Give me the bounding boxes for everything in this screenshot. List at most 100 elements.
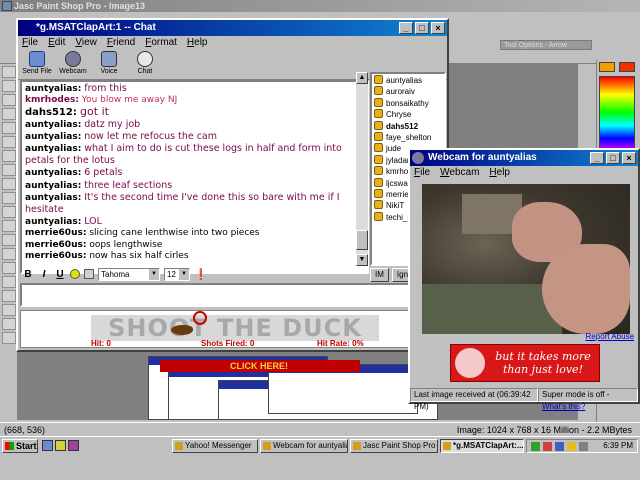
underline-button[interactable]: U [54, 269, 66, 280]
text-tool-icon[interactable] [2, 304, 16, 316]
font-size-select[interactable]: 12 ▼ [164, 267, 190, 281]
speaker-icon[interactable] [579, 442, 588, 451]
bold-button[interactable]: B [22, 269, 34, 280]
webcam-icon [65, 51, 81, 67]
crop-tool-icon[interactable] [2, 108, 16, 120]
menu-webcam[interactable]: Webcam [440, 166, 479, 180]
tool-options-panel[interactable]: Tool Options - Arrow [500, 40, 592, 50]
color-picker-icon[interactable] [84, 269, 94, 279]
crosshair-icon [193, 311, 207, 325]
menu-edit[interactable]: Edit [48, 36, 65, 50]
chat-window[interactable]: *g.MSATClapArt:1 -- Chat _ □ × File Edit… [16, 18, 449, 352]
user-list-item-selected[interactable]: dahs512 [374, 121, 442, 132]
menu-view[interactable]: View [75, 36, 97, 50]
clock[interactable]: 6:39 PM [603, 440, 633, 452]
scroll-down-button[interactable]: ▼ [356, 254, 368, 266]
start-button[interactable]: Start [2, 439, 38, 453]
taskbar-webcam[interactable]: Webcam for auntyalias [260, 439, 348, 453]
chat-message: auntyalias: what I aim to do is cut thes… [25, 143, 342, 167]
deform-tool-icon[interactable] [2, 94, 16, 106]
mover-tool-icon[interactable] [2, 122, 16, 134]
chat-message: auntyalias: from this [25, 83, 127, 94]
close-button[interactable]: × [622, 152, 636, 164]
fill-tool-icon[interactable] [2, 290, 16, 302]
network-icon[interactable] [531, 442, 540, 451]
taskbar-yahoo-messenger[interactable]: Yahoo! Messenger [172, 439, 258, 453]
desktop-icon[interactable] [55, 440, 66, 451]
draw-tool-icon[interactable] [2, 318, 16, 330]
chat-log-scrollbar[interactable]: ▲ ▼ [356, 72, 368, 266]
background-color-swatch[interactable] [619, 62, 635, 72]
menu-help[interactable]: Help [187, 36, 208, 50]
webcam-title: Webcam for auntyalias [428, 152, 537, 163]
user-list-item[interactable]: auntyalias [374, 75, 442, 86]
chat-button[interactable]: Chat [130, 50, 160, 79]
menu-help[interactable]: Help [489, 166, 510, 180]
airbrush-tool-icon[interactable] [2, 276, 16, 288]
user-list-item[interactable]: bonsaikathy [374, 98, 442, 109]
font-select[interactable]: Tahoma ▼ [98, 267, 160, 281]
antivirus-icon[interactable] [543, 442, 552, 451]
psp-title-text: Jasc Paint Shop Pro - Image13 [14, 1, 146, 11]
retouch-tool-icon[interactable] [2, 234, 16, 246]
taskbar-chat[interactable]: *g.MSATClapArt:... [440, 439, 524, 453]
maximize-button[interactable]: □ [606, 152, 620, 164]
menu-format[interactable]: Format [145, 36, 177, 50]
wand-tool-icon[interactable] [2, 164, 16, 176]
picture-tube-tool-icon[interactable] [2, 262, 16, 274]
chat-menubar: File Edit View Friend Format Help [18, 36, 447, 50]
eraser-tool-icon[interactable] [2, 248, 16, 260]
whats-this-link[interactable]: What's this? [542, 402, 585, 411]
webcam-ad-text: but it takes more than just love! [495, 350, 591, 376]
ad-shots-fired: Shots Fired: 0 [201, 339, 255, 348]
send-file-button[interactable]: Send File [22, 50, 52, 79]
close-button[interactable]: × [431, 22, 445, 34]
webcam-button[interactable]: Webcam [58, 50, 88, 79]
paintbrush-tool-icon[interactable] [2, 192, 16, 204]
user-list-item[interactable]: faye_shelton [374, 132, 442, 143]
taskbar-paint-shop-pro[interactable]: Jasc Paint Shop Pro - ... [350, 439, 438, 453]
im-button[interactable]: IM [370, 268, 389, 282]
minimize-button[interactable]: _ [590, 152, 604, 164]
zoom-tool-icon[interactable] [2, 80, 16, 92]
scroll-up-button[interactable]: ▲ [356, 72, 368, 84]
shape-tool-icon[interactable] [2, 332, 16, 344]
report-abuse-link[interactable]: Report Abuse [586, 332, 634, 341]
italic-button[interactable]: I [38, 269, 50, 280]
yahoo-icon[interactable] [567, 442, 576, 451]
lasso-tool-icon[interactable] [2, 150, 16, 162]
dropper-tool-icon[interactable] [2, 178, 16, 190]
menu-file[interactable]: File [22, 36, 38, 50]
voice-button[interactable]: Voice [94, 50, 124, 79]
buzz-icon[interactable]: ❗ [194, 268, 208, 281]
user-list-item[interactable]: auroraiv [374, 86, 442, 97]
webcam-ad-banner[interactable]: but it takes more than just love! [450, 344, 600, 382]
psp-titlebar: Jasc Paint Shop Pro - Image13 [0, 0, 640, 12]
user-list-item[interactable]: Chryse [374, 109, 442, 120]
clone-tool-icon[interactable] [2, 206, 16, 218]
menu-file[interactable]: File [414, 166, 430, 180]
last-image-status: Last image received at (06:39:42 PM) [410, 388, 538, 411]
webcam-window[interactable]: Webcam for auntyalias _ □ × File Webcam … [408, 148, 640, 411]
scroll-thumb[interactable] [356, 230, 368, 250]
chat-titlebar[interactable]: *g.MSATClapArt:1 -- Chat _ □ × [18, 20, 447, 36]
selection-tool-icon[interactable] [2, 136, 16, 148]
smiley-icon[interactable] [70, 269, 80, 279]
arrow-tool-icon[interactable] [2, 66, 16, 78]
webcam-titlebar[interactable]: Webcam for auntyalias _ □ × [410, 150, 638, 166]
menu-friend[interactable]: Friend [107, 36, 135, 50]
chat-message-input[interactable] [20, 283, 442, 307]
shoot-the-duck-ad[interactable]: SHOOT THE DUCK Hit: 0 Shots Fired: 0 Hit… [20, 310, 442, 348]
browser-icon[interactable] [42, 440, 53, 451]
promo-banner[interactable]: CLICK HERE! [160, 360, 360, 372]
messenger-icon[interactable] [68, 440, 79, 451]
chat-message: merrie60us: slicing cane lenthwise into … [25, 228, 260, 239]
chat-log[interactable]: auntyalias: from this kmrhodes: You blow… [20, 80, 369, 274]
minimize-button[interactable]: _ [399, 22, 413, 34]
color-replacer-tool-icon[interactable] [2, 220, 16, 232]
display-icon[interactable] [555, 442, 564, 451]
maximize-button[interactable]: □ [415, 22, 429, 34]
foreground-color-swatch[interactable] [599, 62, 615, 72]
webcam-icon [412, 152, 424, 164]
ad-hit-count: Hit: 0 [91, 339, 111, 348]
